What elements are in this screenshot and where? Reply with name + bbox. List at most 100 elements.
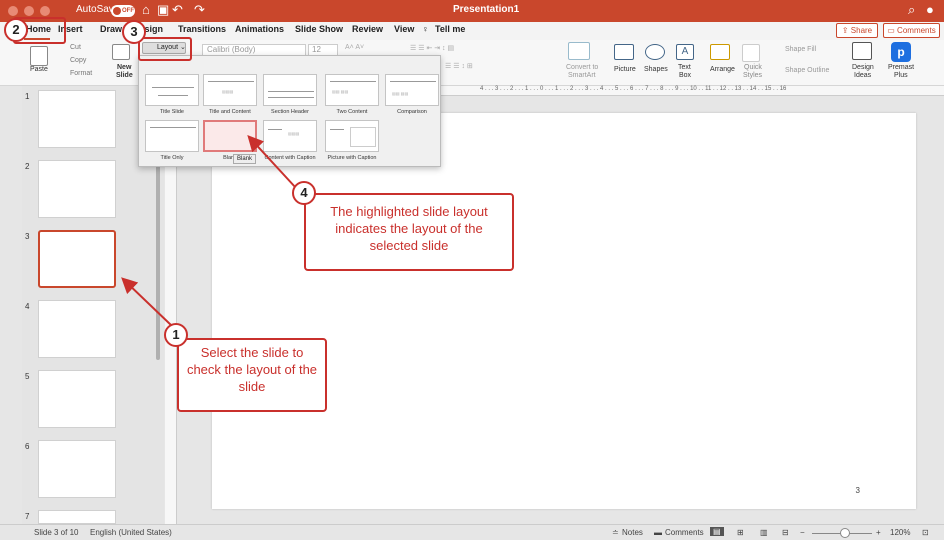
slide-thumbnail-5[interactable] [38,370,116,428]
layout-two-content[interactable]: ▤▤ ▤▤ [325,74,379,106]
tab-animations[interactable]: Animations [235,24,284,34]
tab-view[interactable]: View [394,24,414,34]
paste-button[interactable]: Paste [30,66,48,73]
maximize-window-icon[interactable] [40,6,50,16]
quick-styles-2[interactable]: Styles [743,72,762,79]
quick-styles-icon[interactable] [742,44,760,62]
comments-button[interactable]: ▭ Comments [883,23,940,38]
tab-transitions[interactable]: Transitions [178,24,226,34]
design-ideas-2[interactable]: Ideas [854,72,871,79]
slide-number: 3 [855,486,860,495]
shape-fill-button[interactable]: Shape Fill [785,46,816,53]
notes-button[interactable]: Notes [622,528,643,537]
comments-status-button[interactable]: Comments [665,528,704,537]
thumb-number: 2 [25,162,30,171]
convert-smartart-1[interactable]: Convert to [566,64,598,71]
thumb-number: 6 [25,442,30,451]
text-box-icon[interactable]: A [676,44,694,60]
premast-plus-2[interactable]: Plus [894,72,908,79]
highlight-layout-button [138,37,192,61]
fit-slide-icon[interactable]: ⊡ [922,528,929,537]
save-icon[interactable]: ▣ [157,2,169,18]
cut-button[interactable]: Cut [70,44,81,51]
minimize-window-icon[interactable] [24,6,34,16]
design-ideas-1[interactable]: Design [852,64,874,71]
layout-gallery: Title Slide ▤▤▤ Title and Content Sectio… [138,55,441,167]
shape-outline-button[interactable]: Shape Outline [785,67,829,74]
autosave-toggle[interactable]: OFF [111,5,135,17]
share-icon: ⇪ [841,26,851,35]
text-box-label-1[interactable]: Text [678,64,691,71]
new-slide-label-2[interactable]: Slide [116,72,133,79]
tab-review[interactable]: Review [352,24,383,34]
new-slide-label-1[interactable]: New [117,64,131,71]
reading-view-icon[interactable]: ▥ [760,528,768,537]
slide-thumbnail-3[interactable] [38,230,116,288]
layout-title-only[interactable] [145,120,199,152]
thumb-number: 1 [25,92,30,101]
tab-slide-show[interactable]: Slide Show [295,24,343,34]
layout-title-and-content[interactable]: ▤▤▤ [203,74,257,106]
normal-view-icon[interactable]: ▤ [710,527,724,536]
zoom-level[interactable]: 120% [890,528,910,537]
lightbulb-icon: ♀ [422,24,429,34]
premast-plus-1[interactable]: Premast [888,64,914,71]
new-slide-icon[interactable] [112,44,130,60]
text-box-label-2[interactable]: Box [679,72,691,79]
comments-label: Comments [897,26,936,35]
copy-button[interactable]: Copy [70,57,86,64]
layout-label: Section Header [271,109,309,115]
slide-thumbnail-7[interactable] [38,510,116,524]
language[interactable]: English (United States) [90,528,172,537]
callout-highlighted-layout: The highlighted slide layout indicates t… [304,193,514,271]
design-ideas-icon[interactable] [852,42,872,60]
convert-smartart-2[interactable]: SmartArt [568,72,596,79]
shapes-button[interactable]: Shapes [644,66,668,73]
thumb-number: 4 [25,302,30,311]
slide-thumbnail-6[interactable] [38,440,116,498]
share-button[interactable]: ⇪ Share [836,23,878,38]
zoom-out-icon[interactable]: − [800,528,805,537]
layout-content-with-caption[interactable]: ▤▤▤ [263,120,317,152]
picture-icon[interactable] [614,44,634,60]
slide-thumbnail-4[interactable] [38,300,116,358]
picture-button[interactable]: Picture [614,66,636,73]
undo-icon[interactable]: ↶ [172,2,183,18]
step-4-marker: 4 [292,181,316,205]
bullets-icon[interactable]: ☰ ☰ ⇤ ⇥ ↕ ▤ [410,44,454,52]
tab-draw[interactable]: Draw [100,24,122,34]
layout-picture-with-caption[interactable] [325,120,379,152]
comment-icon: ▭ [887,26,898,35]
redo-icon[interactable]: ↷ [194,2,205,18]
shapes-icon[interactable] [645,44,665,60]
zoom-in-icon[interactable]: + [876,528,881,537]
smartart-icon[interactable] [568,42,590,60]
align-icon[interactable]: ☰ ☰ ↕ ⊞ [445,62,473,70]
zoom-slider-handle[interactable] [840,528,850,538]
font-name-value: Calibri (Body) [207,45,256,54]
step-3-marker: 3 [122,20,146,44]
layout-section-header[interactable] [263,74,317,106]
quick-styles-1[interactable]: Quick [744,64,762,71]
tell-me-input[interactable]: Tell me [435,24,465,34]
slide-sorter-icon[interactable]: ⊞ [737,528,744,537]
font-grow-icon[interactable]: A˄ A˅ [345,44,364,51]
slide-thumbnail-2[interactable] [38,160,116,218]
slideshow-icon[interactable]: ⊟ [782,528,789,537]
close-window-icon[interactable] [8,6,18,16]
arrange-icon[interactable] [710,44,730,60]
step-2-marker: 2 [4,18,28,42]
home-icon[interactable]: ⌂ [142,2,150,17]
format-painter-button[interactable]: Format [70,70,92,77]
layout-title-slide[interactable] [145,74,199,106]
layout-comparison[interactable]: ▤▤ ▤▤ [385,74,439,106]
search-icon[interactable]: ⌕ [908,2,915,18]
premast-plus-icon[interactable]: p [891,42,911,62]
slide-canvas[interactable]: 3 [212,113,916,509]
layout-blank[interactable] [203,120,257,152]
slide-thumbnail-1[interactable] [38,90,116,148]
paste-icon[interactable] [30,46,48,66]
thumb-number: 3 [25,232,30,241]
account-icon[interactable]: ● [926,2,934,17]
arrange-button[interactable]: Arrange [710,66,735,73]
